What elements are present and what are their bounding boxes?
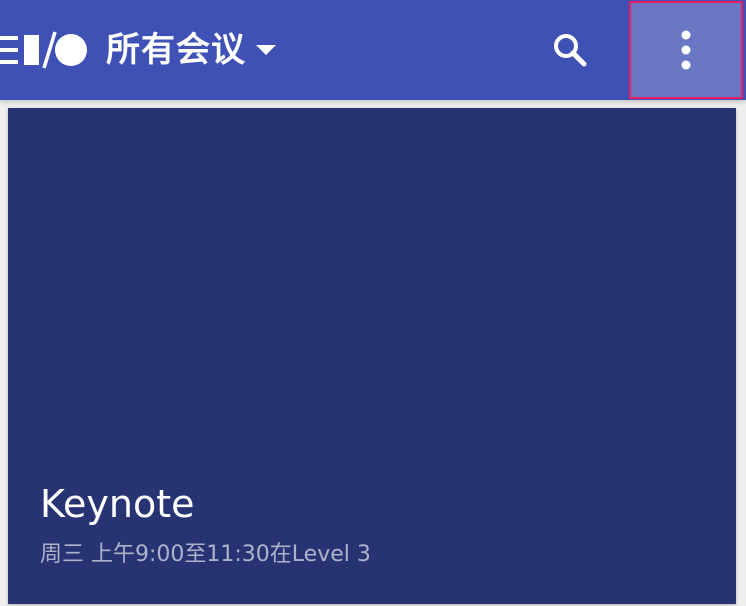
more-vert-icon bbox=[681, 30, 691, 70]
overflow-menu-button[interactable] bbox=[629, 1, 743, 99]
session-card-keynote[interactable]: Keynote 周三 上午9:00至11:30在Level 3 bbox=[8, 108, 736, 604]
google-io-logo bbox=[0, 31, 87, 69]
toolbar-title: 所有会议 bbox=[106, 30, 246, 70]
search-button[interactable] bbox=[540, 20, 600, 80]
toolbar: 所有会议 bbox=[0, 0, 746, 100]
session-time-location: 周三 上午9:00至11:30在Level 3 bbox=[40, 542, 371, 567]
session-title: Keynote bbox=[40, 482, 195, 526]
app-root: 所有会议 Keynote 周三 上午9:00至11:30在Level 3 bbox=[0, 0, 746, 606]
search-icon bbox=[554, 34, 587, 67]
event-filter-dropdown[interactable]: 所有会议 bbox=[106, 25, 276, 75]
caret-down-icon bbox=[256, 45, 276, 55]
